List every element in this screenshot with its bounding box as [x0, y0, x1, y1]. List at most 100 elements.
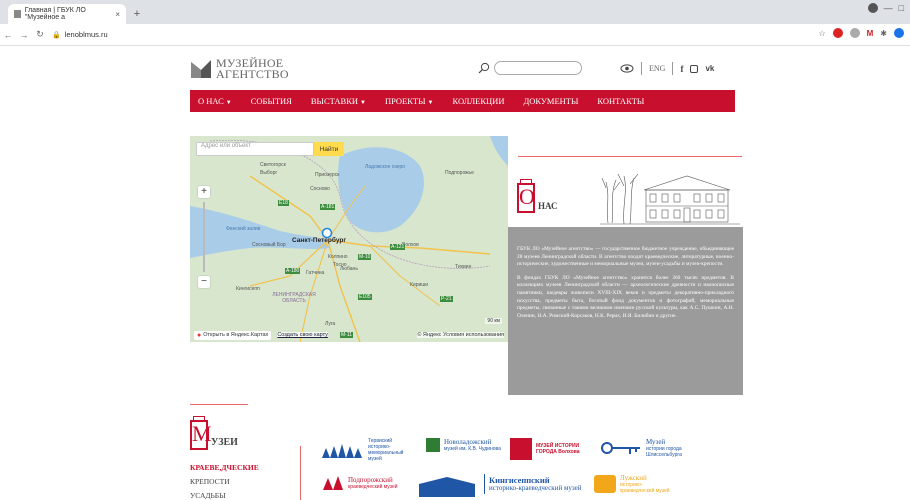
- vk-icon[interactable]: vk: [705, 64, 714, 73]
- museums-heading-rest: УЗЕИ: [211, 437, 238, 448]
- map-search-input[interactable]: Адрес или объект: [196, 142, 314, 156]
- map-label: Кингисепп: [236, 286, 260, 292]
- yandex-map[interactable]: Адрес или объект Найти + − Выборг Светог…: [190, 136, 508, 342]
- map-label: Ладожское озеро: [365, 164, 406, 170]
- key-icon: [601, 442, 640, 454]
- reload-icon[interactable]: ↻: [32, 29, 48, 40]
- map-label: Гатчина: [306, 270, 325, 276]
- road-label: А-181: [320, 204, 336, 210]
- url-text: lenoblmus.ru: [64, 30, 108, 39]
- facebook-icon[interactable]: f: [680, 64, 683, 74]
- url-field[interactable]: 🔒 lenoblmus.ru: [52, 30, 108, 39]
- map-search-button[interactable]: Найти: [314, 142, 344, 156]
- museum-logo-volkhov[interactable]: МУЗЕЙ ИСТОРИИ ГОРОДА Волхова: [510, 438, 580, 460]
- new-tab-button[interactable]: +: [130, 7, 144, 21]
- museum-emblem-icon: [510, 438, 532, 460]
- museum-logo-text: историко-краеведческий музей: [620, 482, 670, 494]
- site-search: [478, 61, 582, 75]
- star-icon[interactable]: ☆: [818, 29, 825, 38]
- zoom-out-button[interactable]: −: [198, 276, 210, 288]
- about-heading: О НАС: [517, 179, 558, 213]
- instagram-icon[interactable]: [690, 64, 699, 73]
- profile-icon[interactable]: [867, 3, 878, 13]
- menu-item-events[interactable]: СОБЫТИЯ: [251, 96, 292, 106]
- map-label: Подпорожье: [445, 170, 474, 176]
- category-local-history[interactable]: КРАЕВЕ,ДЧЕСКИЕ: [190, 463, 259, 472]
- extensions-puzzle-icon[interactable]: ✱: [880, 29, 887, 38]
- museum-logo-novaya-ladoga[interactable]: Новоладожский музей им. К.В. Чудинова: [426, 438, 501, 452]
- zoom-in-button[interactable]: +: [198, 186, 210, 198]
- account-avatar[interactable]: [894, 28, 904, 38]
- museum-logo-tervenichi[interactable]: Тервиский историко-мемориальный музей: [320, 438, 412, 462]
- forward-icon[interactable]: →: [16, 30, 32, 40]
- language-switch[interactable]: ENG: [649, 64, 665, 73]
- eye-icon[interactable]: [620, 64, 634, 73]
- site-logo[interactable]: МУЗЕЙНОЕ АГЕНТСТВО: [190, 57, 289, 80]
- map-label: Луга: [325, 321, 336, 327]
- museum-logo-text: истории города Шлиссельбурга: [646, 446, 682, 458]
- category-fortresses[interactable]: КРЕПОСТИ: [190, 477, 230, 486]
- back-icon[interactable]: ←: [0, 30, 16, 40]
- museum-logo-title: МУЗЕЙ ИСТОРИИ ГОРОДА Волхова: [536, 443, 580, 455]
- museum-emblem-icon: [322, 444, 362, 458]
- map-label: Финский залив: [226, 226, 261, 232]
- search-input[interactable]: [494, 61, 582, 75]
- search-icon[interactable]: [478, 62, 490, 74]
- map-label: Тосно: [333, 262, 347, 268]
- about-initial-letter: О: [517, 179, 535, 213]
- museums-heading: М УЗЕИ: [190, 416, 238, 450]
- extension-opera-icon[interactable]: [832, 28, 843, 38]
- museum-logo-kingisepp[interactable]: Кингисеппский историко-краеведческий муз…: [484, 474, 582, 494]
- browser-tab[interactable]: Главная | ГБУК ЛО "Музейное а ×: [8, 4, 126, 24]
- lock-icon: 🔒: [52, 31, 61, 39]
- map-scale: 90 км: [485, 318, 502, 324]
- museum-logo-podporozhye[interactable]: Подпорожский краеведческий музей: [322, 474, 398, 492]
- map-label-region: ЛЕНИНГРАДСКАЯ ОБЛАСТЬ: [272, 292, 316, 304]
- map-label: Выборг: [260, 170, 278, 176]
- map-label: Приозерск: [315, 172, 340, 178]
- museum-logo-luga[interactable]: Лужский историко-краеведческий музей: [594, 474, 670, 494]
- about-text-box: ГБУК ЛО «Музейное агентство» — государст…: [508, 227, 743, 395]
- museum-logo-building[interactable]: [418, 476, 476, 498]
- map-search: Адрес или объект Найти: [196, 142, 344, 156]
- menu-item-about[interactable]: О НАС ▼: [198, 96, 232, 106]
- museum-emblem-icon: [594, 475, 616, 493]
- divider: [672, 62, 674, 75]
- extension-m-icon[interactable]: M: [867, 29, 874, 38]
- road-label: Р-21: [440, 296, 453, 302]
- map-label: Кириши: [410, 282, 429, 288]
- menu-item-exhibitions[interactable]: ВЫСТАВКИ ▼: [311, 96, 366, 106]
- maximize-icon[interactable]: □: [899, 3, 904, 13]
- menu-item-collections[interactable]: КОЛЛЕКЦИИ: [452, 96, 504, 106]
- museum-logo-title: Музей: [646, 438, 666, 446]
- road-label: E105: [358, 294, 372, 300]
- menu-item-projects[interactable]: ПРОЕКТЫ ▼: [385, 96, 434, 106]
- road-label: А-180: [285, 268, 301, 274]
- map-canvas: [190, 136, 508, 342]
- address-bar: ← → ↻ 🔒 lenoblmus.ru ☆ M ✱: [0, 24, 910, 46]
- museum-logo-title: Лужский: [620, 474, 647, 482]
- museum-logo-title: Подпорожский: [348, 476, 393, 484]
- menu-item-documents[interactable]: ДОКУМЕНТЫ: [523, 96, 578, 106]
- create-map-link[interactable]: Создать свою карту: [277, 332, 328, 338]
- close-tab-icon[interactable]: ×: [115, 10, 120, 19]
- menu-item-contacts[interactable]: КОНТАКТЫ: [597, 96, 644, 106]
- main-menu: О НАС ▼ СОБЫТИЯ ВЫСТАВКИ ▼ ПРОЕКТЫ ▼ КОЛЛЕК…: [190, 90, 735, 112]
- about-paragraph: ГБУК ЛО «Музейное агентство» — государст…: [517, 246, 734, 268]
- map-footer: ● Открыть в Яндекс.Картах Создать свою к…: [190, 328, 508, 342]
- map-pin-icon: ●: [197, 331, 202, 339]
- open-in-yandex-link[interactable]: ● Открыть в Яндекс.Картах: [194, 330, 272, 340]
- minimize-icon[interactable]: —: [884, 3, 893, 13]
- map-copyright[interactable]: © Яндекс Условия использования: [417, 332, 504, 338]
- museum-logo-shlisselburg[interactable]: Музей истории города Шлиссельбурга: [600, 438, 702, 458]
- road-label: А-121: [390, 244, 406, 250]
- favicon-icon: [14, 10, 21, 18]
- map-label: Тихвин: [455, 264, 472, 270]
- about-paragraph: В фондах ГБУК ЛО «Музейное агентство» хр…: [517, 274, 734, 319]
- extension-settings-icon[interactable]: [849, 28, 860, 38]
- zoom-slider[interactable]: [203, 202, 205, 272]
- category-estates[interactable]: УСАДЬБЫ: [190, 491, 226, 500]
- map-label: Сосново: [310, 186, 330, 192]
- divider: [300, 446, 301, 500]
- museum-logo-text: музей им. К.В. Чудинова: [444, 446, 501, 452]
